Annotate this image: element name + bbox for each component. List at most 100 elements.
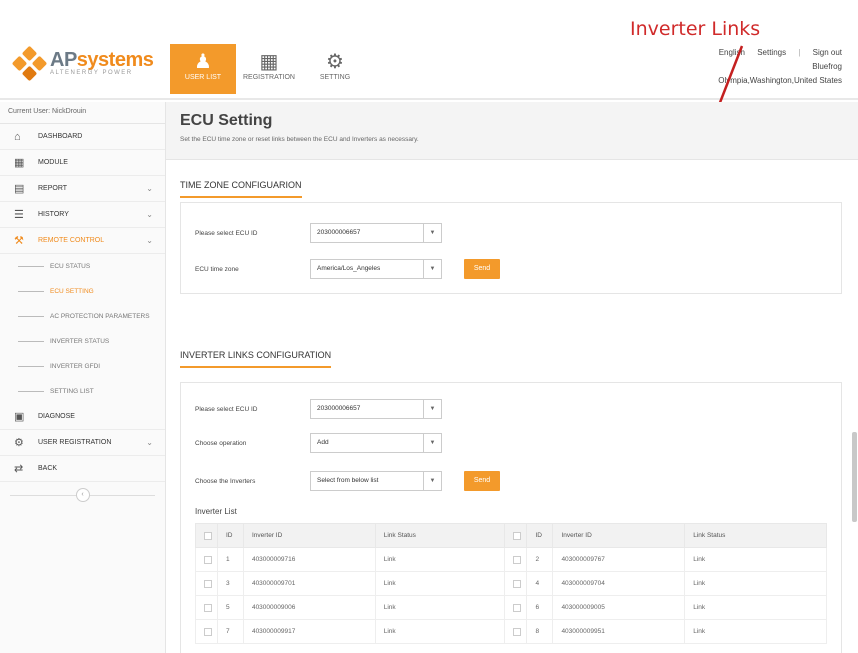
ecu-id-label: Please select ECU ID xyxy=(195,229,258,237)
row-checkbox[interactable] xyxy=(204,555,212,564)
chevron-down-icon: ▼ xyxy=(423,472,441,490)
link-separator: | xyxy=(798,48,801,57)
wrench-icon: ⚒ xyxy=(14,235,24,247)
select-all-checkbox[interactable] xyxy=(204,531,212,540)
cell-id: 4 xyxy=(526,571,554,596)
back-icon: ⇄ xyxy=(14,463,24,475)
cell-inverter-id: 403000009006 xyxy=(242,595,376,620)
sidebar-item-back[interactable]: ⇄ BACK xyxy=(0,456,165,482)
briefcase-icon: ▣ xyxy=(14,411,25,423)
main-nav: ♟ USER LIST ▦ REGISTRATION ⚙ SETTING xyxy=(170,44,368,94)
cell-inverter-id: 403000009701 xyxy=(242,571,376,596)
inverter-table: ID Inverter ID Link Status ID Inverter I… xyxy=(195,523,827,644)
timezone-ecu-select[interactable]: 203000006657 ▼ xyxy=(310,223,442,243)
timezone-select[interactable]: America/Los_Angeles ▼ xyxy=(310,259,442,279)
page-title: ECU Setting xyxy=(180,112,273,129)
links-panel: Please select ECU ID 203000006657 ▼ Choo… xyxy=(180,382,842,653)
chevron-down-icon: ⌄ xyxy=(146,210,153,219)
settings-link[interactable]: Settings xyxy=(757,48,786,57)
operation-select[interactable]: Add ▼ xyxy=(310,433,442,453)
row-checkbox[interactable] xyxy=(513,579,522,588)
cell-inverter-id: 403000009917 xyxy=(242,619,376,644)
timezone-section-title: TIME ZONE CONFIGUARION xyxy=(180,180,302,198)
cell-link-status: Link xyxy=(374,595,506,620)
sidebar-item-history[interactable]: ☰ HISTORY ⌄ xyxy=(0,202,165,228)
links-ecu-select[interactable]: 203000006657 ▼ xyxy=(310,399,442,419)
sidebar-item-diagnose[interactable]: ▣ DIAGNOSE xyxy=(0,404,165,430)
links-send-button[interactable]: Send xyxy=(464,471,500,491)
sidebar-subitem-setting-list[interactable]: SETTING LIST xyxy=(0,379,165,404)
row-checkbox[interactable] xyxy=(513,555,522,564)
operation-label: Choose operation xyxy=(195,439,247,447)
top-right-links: English Settings | Sign out Bluefrog Oly… xyxy=(709,46,842,88)
sidebar-item-report[interactable]: ▤ REPORT ⌄ xyxy=(0,176,165,202)
gear-icon: ⚙ xyxy=(326,51,344,73)
cell-link-status: Link xyxy=(684,571,827,596)
sidebar-subitem-ac-protection[interactable]: AC PROTECTION PARAMETERS xyxy=(0,304,165,329)
cell-id: 8 xyxy=(526,619,554,644)
cell-id: 5 xyxy=(216,595,244,620)
database-icon: ☰ xyxy=(14,209,24,221)
select-all-checkbox[interactable] xyxy=(513,531,522,540)
tab-registration[interactable]: ▦ REGISTRATION xyxy=(236,44,302,94)
inverters-label: Choose the Inverters xyxy=(195,477,256,485)
cell-id: 6 xyxy=(526,595,554,620)
sidebar-item-dashboard[interactable]: ⌂ DASHBOARD xyxy=(0,124,165,150)
timezone-send-button[interactable]: Send xyxy=(464,259,500,279)
page-scrollbar[interactable] xyxy=(852,102,858,522)
home-icon: ⌂ xyxy=(14,130,21,143)
row-checkbox[interactable] xyxy=(204,579,212,588)
tab-setting[interactable]: ⚙ SETTING xyxy=(302,44,368,94)
logo-mark-icon xyxy=(11,45,48,82)
chevron-down-icon: ⌄ xyxy=(146,184,153,193)
tab-user-list[interactable]: ♟ USER LIST xyxy=(170,44,236,94)
scrollbar-thumb[interactable] xyxy=(852,432,857,522)
inverters-select[interactable]: Select from below list ▼ xyxy=(310,471,442,491)
col-inverter-id: Inverter ID xyxy=(242,523,376,548)
row-checkbox[interactable] xyxy=(513,603,522,612)
table-row: 7 403000009917 Link 8 403000009951 Link xyxy=(195,619,827,644)
sidebar-subitem-ecu-setting[interactable]: ECU SETTING xyxy=(0,279,165,304)
language-link[interactable]: English xyxy=(719,48,745,57)
col-inverter-id: Inverter ID xyxy=(552,523,686,548)
cell-inverter-id: 403000009767 xyxy=(552,547,686,572)
sidebar-item-user-registration[interactable]: ⚙ USER REGISTRATION ⌄ xyxy=(0,430,165,456)
cell-inverter-id: 403000009951 xyxy=(552,619,686,644)
chevron-down-icon: ▼ xyxy=(423,400,441,418)
sidebar-item-remote-control[interactable]: ⚒ REMOTE CONTROL ⌄ xyxy=(0,228,165,254)
table-row: 3 403000009701 Link 4 403000009704 Link xyxy=(195,571,827,596)
top-header: APsystems ALTENERGY POWER ♟ USER LIST ▦ … xyxy=(0,0,858,100)
links-ecu-id-label: Please select ECU ID xyxy=(195,405,258,413)
cell-id: 2 xyxy=(526,547,554,572)
row-checkbox[interactable] xyxy=(513,627,522,636)
row-checkbox[interactable] xyxy=(204,627,212,636)
row-checkbox[interactable] xyxy=(204,603,212,612)
chevron-down-icon: ▼ xyxy=(423,434,441,452)
sidebar-subitem-inverter-status[interactable]: INVERTER STATUS xyxy=(0,329,165,354)
cell-link-status: Link xyxy=(374,547,506,572)
sidebar-item-module[interactable]: ▦ MODULE xyxy=(0,150,165,176)
cell-inverter-id: 403000009704 xyxy=(552,571,686,596)
signout-link[interactable]: Sign out xyxy=(813,48,842,57)
cell-link-status: Link xyxy=(684,595,827,620)
chevron-down-icon: ▼ xyxy=(423,260,441,278)
current-user: Current User: NickDrouin xyxy=(0,102,165,124)
cell-id: 3 xyxy=(216,571,244,596)
table-row: 1 403000009716 Link 2 403000009767 Link xyxy=(195,547,827,572)
col-link-status: Link Status xyxy=(374,523,506,548)
col-link-status: Link Status xyxy=(684,523,827,548)
apsystems-logo[interactable]: APsystems ALTENERGY POWER xyxy=(11,45,154,82)
cell-id: 7 xyxy=(216,619,244,644)
timezone-label: ECU time zone xyxy=(195,265,239,273)
col-id: ID xyxy=(216,523,244,548)
collapse-sidebar-button[interactable]: ‹ xyxy=(75,488,90,502)
cell-link-status: Link xyxy=(374,571,506,596)
sidebar-subitem-inverter-gfdi[interactable]: INVERTER GFDI xyxy=(0,354,165,379)
cell-id: 1 xyxy=(216,547,244,572)
timezone-panel: Please select ECU ID 203000006657 ▼ ECU … xyxy=(180,202,842,294)
cell-link-status: Link xyxy=(684,547,827,572)
main-content: ECU Setting Set the ECU time zone or res… xyxy=(166,102,858,653)
sidebar-subitem-ecu-status[interactable]: ECU STATUS xyxy=(0,254,165,279)
cell-link-status: Link xyxy=(374,619,506,644)
gears-icon: ⚙ xyxy=(14,437,24,449)
